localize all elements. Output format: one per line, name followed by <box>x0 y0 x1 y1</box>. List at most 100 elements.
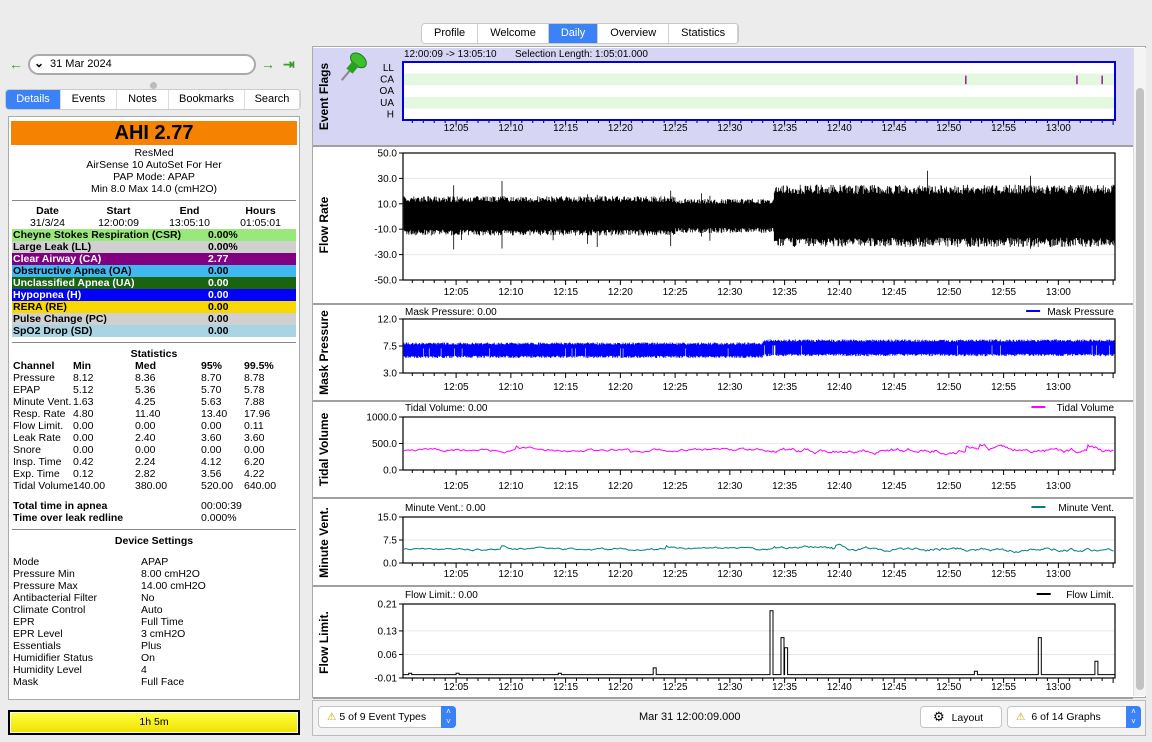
x-tick-label: 12:15 <box>553 569 578 580</box>
x-tick-label: 12:45 <box>882 569 907 580</box>
y-tick-label: 0.06 <box>378 650 398 661</box>
layout-label: Layout <box>951 712 984 724</box>
plot-area <box>403 62 1115 120</box>
stepper-icon: ˄ ˅ <box>441 706 456 728</box>
flag-row-label: LL <box>383 63 395 74</box>
x-tick-label: 12:20 <box>608 287 633 298</box>
x-tick-label: 12:55 <box>991 287 1016 298</box>
y-tick-label: 3.0 <box>383 369 397 380</box>
graphs-dropdown[interactable]: ⚠ 6 of 14 Graphs ˄ ˅ <box>1007 706 1141 728</box>
x-tick-label: 13:00 <box>1046 382 1071 393</box>
x-tick-label: 12:20 <box>608 569 633 580</box>
flag-row-label: OA <box>380 86 395 97</box>
x-tick-label: 12:15 <box>553 123 578 134</box>
graph-title: Flow Limit. <box>317 611 331 674</box>
graph-minute-vent[interactable]: Minute Vent. 12:05 12:10 12:15 12:20 12:25 12:… <box>313 500 1133 587</box>
x-tick-label: 12:30 <box>717 123 742 134</box>
x-tick-label: 12:25 <box>663 287 688 298</box>
x-tick-label: 12:20 <box>608 123 633 134</box>
graph-event-flags[interactable]: Event Flags 12:05 12:10 12:15 12:20 12:25 12:3… <box>313 48 1133 147</box>
graph-title: Event Flags <box>317 63 331 131</box>
flag-row-label: UA <box>380 98 394 109</box>
graph-readout: Mask Pressure: 0.00 <box>405 307 497 318</box>
layout-button[interactable]: ⚙ Layout <box>920 706 1002 728</box>
graph-readout: Flow Limit.: 0.00 <box>405 590 478 601</box>
flag-row-label: CA <box>380 75 394 86</box>
x-tick-label: 13:00 <box>1046 287 1071 298</box>
gear-icon: ⚙ <box>933 709 945 724</box>
flag-row-band <box>403 96 1115 109</box>
x-tick-label: 13:00 <box>1046 569 1071 580</box>
selection-length: Selection Length: 1:05:01.000 <box>515 49 648 60</box>
y-tick-label: 30.0 <box>378 174 398 185</box>
time-range: 12:00:09 -> 13:05:10 <box>404 49 497 60</box>
x-tick-label: 12:50 <box>936 569 961 580</box>
flag-row-band <box>403 73 1115 86</box>
x-tick-label: 12:35 <box>772 682 797 693</box>
x-tick-label: 12:45 <box>882 287 907 298</box>
y-tick-label: 50.0 <box>378 149 398 160</box>
graph-title: Minute Vent. <box>317 507 331 578</box>
x-tick-label: 12:40 <box>827 123 852 134</box>
graph-flow-limit[interactable]: Flow Limit. 12:05 12:10 12:15 12:20 12:25 12:3… <box>313 588 1133 699</box>
x-tick-label: 12:25 <box>663 682 688 693</box>
x-tick-label: 12:40 <box>827 682 852 693</box>
x-tick-label: 12:10 <box>498 287 523 298</box>
x-tick-label: 12:30 <box>717 287 742 298</box>
y-tick-label: 0.13 <box>378 626 398 637</box>
x-tick-label: 12:30 <box>717 569 742 580</box>
x-tick-label: 12:35 <box>772 382 797 393</box>
plot-area <box>403 604 1115 678</box>
x-tick-label: 12:55 <box>991 682 1016 693</box>
x-tick-label: 12:55 <box>991 382 1016 393</box>
x-tick-label: 12:45 <box>882 123 907 134</box>
x-tick-label: 12:40 <box>827 287 852 298</box>
scrollbar[interactable] <box>1133 48 1146 696</box>
x-tick-label: 12:50 <box>936 682 961 693</box>
legend-label: Flow Limit. <box>1066 590 1114 601</box>
y-tick-label: 1000.0 <box>366 413 397 424</box>
y-tick-label: 0.21 <box>378 600 398 611</box>
y-tick-label: 0.0 <box>383 466 397 477</box>
x-tick-label: 12:15 <box>553 287 578 298</box>
scrollbar-thumb[interactable] <box>1136 88 1144 690</box>
graphs-label: 6 of 14 Graphs <box>1031 711 1101 723</box>
x-tick-label: 12:45 <box>882 481 907 492</box>
x-tick-label: 12:05 <box>444 569 469 580</box>
legend-label: Minute Vent. <box>1058 503 1114 514</box>
y-tick-label: 0.0 <box>383 559 397 570</box>
current-timestamp: Mar 31 12:00:09.000 <box>639 711 741 723</box>
event-types-dropdown[interactable]: ⚠ 5 of 9 Event Types ˄ ˅ <box>318 706 456 728</box>
x-tick-label: 12:30 <box>717 682 742 693</box>
x-tick-label: 13:00 <box>1046 481 1071 492</box>
x-tick-label: 12:20 <box>608 682 633 693</box>
event-types-label: 5 of 9 Event Types <box>339 711 427 723</box>
x-tick-label: 12:05 <box>444 481 469 492</box>
graph-tidal-volume[interactable]: Tidal Volume 12:05 12:10 12:15 12:20 12:25 12:… <box>313 402 1133 499</box>
flag-row-label: H <box>387 109 394 120</box>
x-tick-label: 12:20 <box>608 382 633 393</box>
x-tick-label: 12:35 <box>772 123 797 134</box>
x-tick-label: 12:55 <box>991 123 1016 134</box>
graph-flow-rate[interactable]: Flow Rate 12:05 12:10 12:15 12:20 12:25 12:30 1… <box>313 147 1133 305</box>
graph-readout: Minute Vent.: 0.00 <box>405 503 486 514</box>
y-tick-label: -0.01 <box>374 674 397 685</box>
x-tick-label: 12:30 <box>717 481 742 492</box>
x-tick-label: 12:35 <box>772 569 797 580</box>
x-tick-label: 12:10 <box>498 382 523 393</box>
y-tick-label: -10.0 <box>374 225 397 236</box>
graph-mask-pressure[interactable]: Mask Pressure 12:05 12:10 12:15 12:20 12:25 12… <box>313 305 1133 402</box>
x-tick-label: 12:50 <box>936 287 961 298</box>
x-tick-label: 12:05 <box>444 682 469 693</box>
x-tick-label: 12:20 <box>608 481 633 492</box>
x-tick-label: 12:05 <box>444 382 469 393</box>
graphs-canvas[interactable]: Event Flags 12:05 12:10 12:15 12:20 12:25 12:3… <box>0 0 1152 742</box>
x-tick-label: 12:40 <box>827 569 852 580</box>
x-tick-label: 12:10 <box>498 123 523 134</box>
x-tick-label: 12:10 <box>498 481 523 492</box>
x-tick-label: 12:10 <box>498 569 523 580</box>
x-tick-label: 12:15 <box>553 382 578 393</box>
x-tick-label: 12:45 <box>882 382 907 393</box>
legend-label: Tidal Volume <box>1057 403 1115 414</box>
bottom-bar: ⚠ 5 of 9 Event Types ˄ ˅ Mar 31 12:00:09.… <box>312 700 1146 736</box>
